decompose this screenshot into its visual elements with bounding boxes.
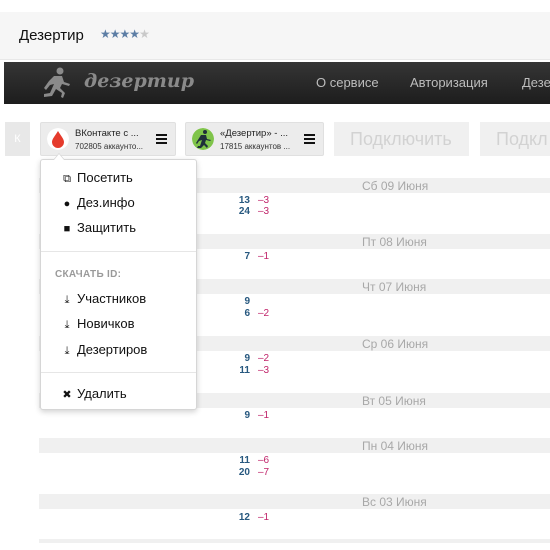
menu-item-label: Посетить [77,170,133,185]
hamburger-menu-icon[interactable] [156,134,167,144]
logo-text: дезертир [84,70,195,92]
star-icon: ★ [100,27,111,41]
account-count: 702805 аккаунто... [75,142,144,151]
stat-value: 13 [238,195,250,206]
menu-item-label: Удалить [77,386,127,401]
menu-item-delete[interactable]: ✖ Удалить [61,385,127,403]
day-label: Чт 07 Июня [362,280,427,294]
account-card-dezertir[interactable]: «Дезертир» - ... 17815 аккаунтов ... [185,122,324,156]
app-title: Дезертир [19,27,84,44]
stat-value: 20 [238,467,250,478]
connect-button[interactable]: Подключить [334,122,469,156]
download-icon: ⤓ [64,294,70,306]
close-icon: ✖ [62,389,72,401]
day-label: Пт 08 Июня [362,235,427,249]
external-link-icon: ⧉ [63,173,71,185]
stat-delta: –1 [258,410,270,421]
menu-item-label: Дезертиров [77,342,148,357]
stat-value: 11 [239,455,250,466]
account-name: «Дезертир» - ... [220,128,288,139]
menu-item-label: Новичков [77,316,135,331]
day-header: Пн 04 Июня [39,438,550,453]
nav-link-auth[interactable]: Авторизация [410,75,488,90]
dezertir-runner-avatar-icon [192,128,214,150]
stat-value: 11 [239,365,250,376]
day-label: Вт 05 Июня [362,394,426,408]
title-bar: Дезертир ★★★★★ [0,12,550,60]
menu-item-label: Участников [77,291,147,306]
info-icon: ● [63,198,71,210]
download-ids-header: СКАЧАТЬ ID: [55,269,122,280]
day-header-partial [39,539,550,543]
top-navbar: дезертир О сервисе Авторизация Дезе [4,62,550,104]
download-icon: ⤓ [64,319,70,331]
stat-value: 9 [244,296,250,307]
menu-item-download-members[interactable]: ⤓ Участников [61,290,147,308]
star-icon: ★ [119,27,131,41]
menu-divider [41,372,196,373]
menu-item-label: Дез.инфо [77,195,135,210]
stat-value: 9 [244,410,250,421]
logo[interactable]: дезертир [40,67,194,99]
star-icon: ★ [139,27,150,41]
download-icon: ⤓ [64,345,70,357]
stat-delta: –3 [258,206,270,217]
menu-item-download-deserters[interactable]: ⤓ Дезертиров [61,341,148,359]
menu-item-info[interactable]: ● Дез.инфо [61,194,135,212]
vk-drop-avatar-icon [47,128,69,150]
day-header: Вс 03 Июня [39,494,550,509]
account-dropdown-menu: ⧉ Посетить ● Дез.инфо ■ Защитить СКАЧАТЬ ID… [40,153,197,410]
menu-item-label: Защитить [77,220,136,235]
stat-delta: –3 [258,195,270,206]
menu-item-visit[interactable]: ⧉ Посетить [61,169,133,187]
stat-value: 24 [238,206,250,217]
stat-value: 12 [238,512,250,523]
day-label: Сб 09 Июня [362,179,429,193]
nav-link-dezertir[interactable]: Дезе [522,75,550,90]
stat-value: 9 [244,353,250,364]
stat-value: 6 [244,308,250,319]
rating-stars: ★★★★★ [100,27,150,41]
nav-link-about[interactable]: О сервисе [316,75,379,90]
scroll-left-button[interactable]: К [5,122,30,156]
menu-divider [41,251,196,252]
account-count: 17815 аккаунтов ... [220,142,291,151]
day-label: Вс 03 Июня [362,495,427,509]
day-label: Ср 06 Июня [362,337,429,351]
stat-delta: –1 [258,251,270,262]
hamburger-menu-icon[interactable] [304,134,315,144]
day-label: Пн 04 Июня [362,439,429,453]
stat-delta: –2 [258,353,270,364]
stat-value: 7 [244,251,250,262]
stat-delta: –3 [258,365,270,376]
stat-delta: –7 [258,467,270,478]
stat-delta: –2 [258,308,270,319]
runner-logo-icon [44,67,70,98]
star-icon: ★ [109,27,121,41]
connect-button-2[interactable]: Подкл [480,122,550,156]
account-card-vk[interactable]: ВКонтакте с ... 702805 аккаунто... [40,122,176,156]
menu-item-protect[interactable]: ■ Защитить [61,219,136,237]
star-icon: ★ [129,27,140,41]
account-name: ВКонтакте с ... [75,128,139,139]
lock-icon: ■ [63,223,71,235]
stat-delta: –1 [258,512,270,523]
stat-delta: –6 [258,455,270,466]
menu-item-download-newbies[interactable]: ⤓ Новичков [61,315,135,333]
